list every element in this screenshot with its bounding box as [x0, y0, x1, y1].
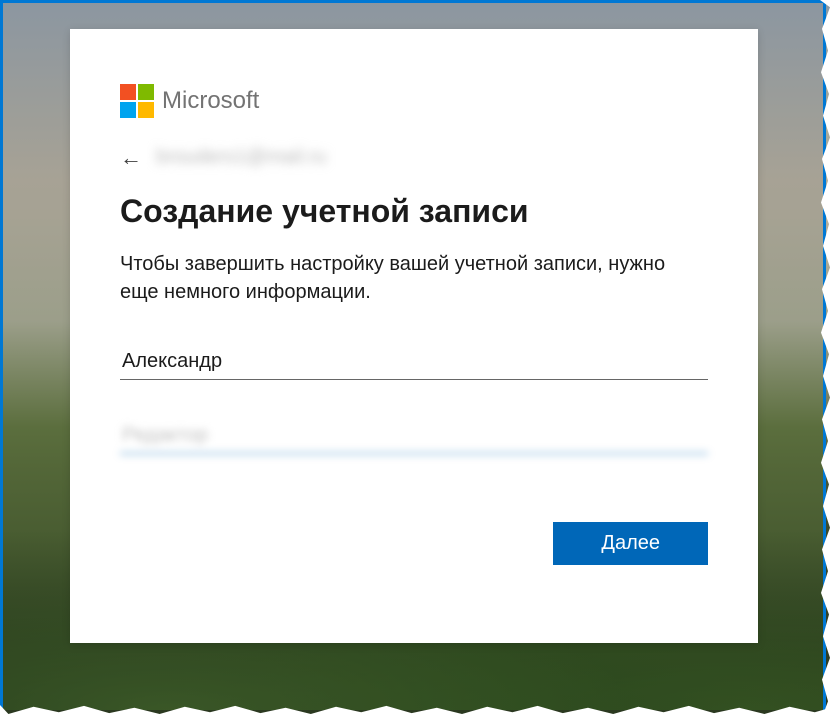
brand-name: Microsoft: [162, 87, 259, 115]
arrow-left-icon: ←: [120, 147, 142, 169]
microsoft-logo-icon: [120, 84, 154, 118]
last-name-input[interactable]: [120, 418, 708, 454]
first-name-input[interactable]: [120, 344, 708, 380]
page-description: Чтобы завершить настройку вашей учетной …: [120, 250, 708, 306]
signup-card: Microsoft ← brouders1@mail.ru Создание у…: [70, 29, 758, 643]
actions-row: Далее: [120, 522, 708, 565]
back-button[interactable]: ← brouders1@mail.ru: [120, 146, 708, 169]
next-button[interactable]: Далее: [553, 522, 708, 565]
page-title: Создание учетной записи: [120, 193, 708, 230]
account-email-masked: brouders1@mail.ru: [156, 146, 326, 169]
brand-row: Microsoft: [120, 84, 708, 118]
